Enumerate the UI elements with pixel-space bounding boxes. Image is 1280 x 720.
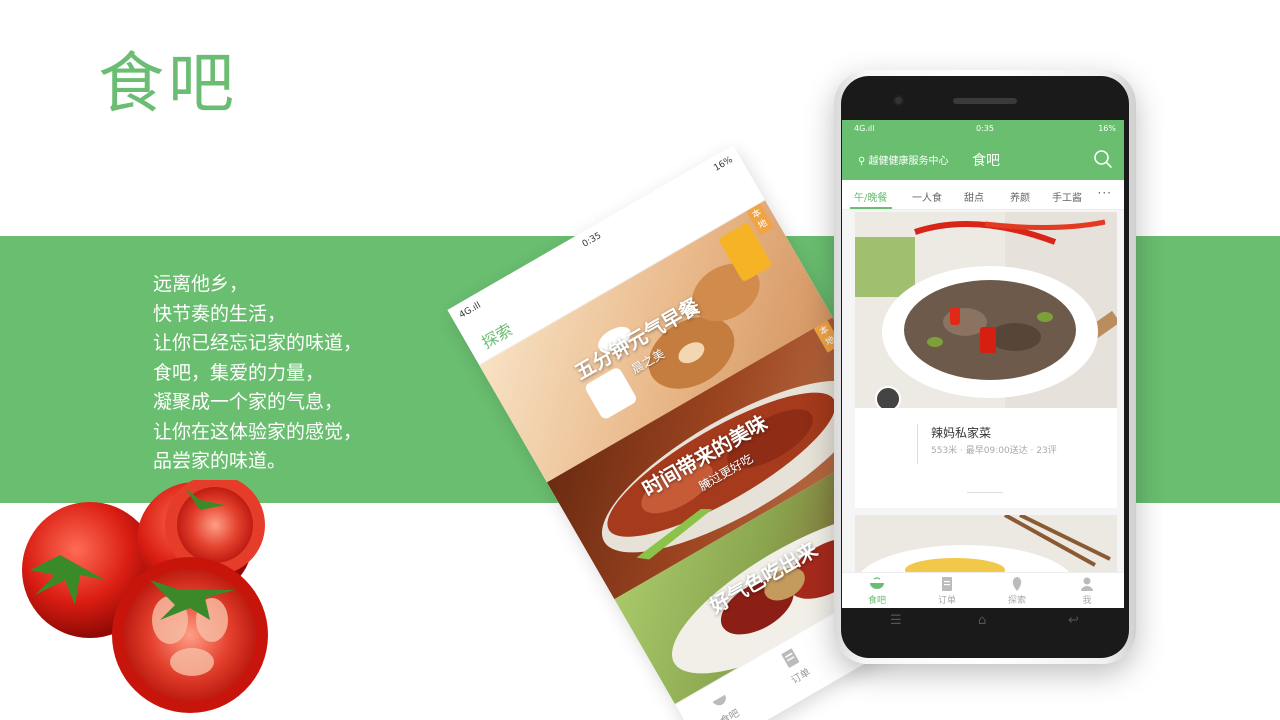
slogan-line: 凝聚成一个家的气息， <box>153 391 344 413</box>
location-label: 越健健康服务中心 <box>868 156 949 167</box>
phone-screen: 4G.ıll 0:35 16% ⚲ 越健健康服务中心 食吧 午/晚餐 一人食 甜… <box>842 120 1124 608</box>
bowl-icon <box>870 577 884 589</box>
tab-dessert[interactable]: 甜点 <box>964 189 984 204</box>
nav-item-orders[interactable]: 订单 <box>912 576 982 606</box>
clock: 0:35 <box>976 124 994 133</box>
app-bar: ⚲ 越健健康服务中心 食吧 <box>842 138 1124 180</box>
dish-image[interactable] <box>855 515 1117 575</box>
user-icon <box>1081 577 1093 591</box>
nav-label: 食吧 <box>867 596 886 606</box>
tab-beauty[interactable]: 养颜 <box>1010 189 1030 204</box>
category-tabs: 午/晚餐 一人食 甜点 养颜 手工酱 ··· <box>842 180 1124 210</box>
nav-label: 我 <box>1082 596 1092 606</box>
slogan-line: 远离他乡， <box>153 273 249 295</box>
nav-item-me[interactable]: 我 <box>1052 576 1122 606</box>
restaurant-name: 辣妈私家菜 <box>931 426 992 440</box>
battery-indicator: 16% <box>1098 124 1116 133</box>
tab-lunch-dinner[interactable]: 午/晚餐 <box>854 189 887 204</box>
dish-image[interactable] <box>855 212 1117 408</box>
location-selector[interactable]: ⚲ 越健健康服务中心 <box>858 152 949 167</box>
restaurant-card[interactable]: 辣妈私家菜 553米 · 最早09:00送达 · 23评 <box>855 408 1117 508</box>
order-icon <box>781 648 800 668</box>
location-pin-icon: ⚲ <box>858 156 866 167</box>
clock: 0:35 <box>580 230 604 250</box>
divider <box>917 424 918 464</box>
slogan-line: 快节奏的生活， <box>153 302 287 325</box>
earpiece <box>953 98 1017 104</box>
slogan-text: 远离他乡， 快节奏的生活， 让你已经忘记家的味道， 食吧，集爱的力量， 凝聚成一… <box>153 270 362 477</box>
bowl-icon <box>712 694 726 706</box>
home-key-icon[interactable]: ⌂ <box>978 613 986 628</box>
nav-item-home[interactable]: 食吧 <box>842 576 912 606</box>
bottom-nav: 食吧 订单 探索 我 <box>842 572 1124 608</box>
order-icon <box>942 577 952 591</box>
more-icon[interactable]: ··· <box>1098 186 1112 200</box>
app-title: 食吧 <box>972 153 1000 169</box>
battery-indicator: 16% <box>712 155 735 174</box>
nav-item-explore[interactable]: 探索 <box>982 576 1052 606</box>
explore-icon <box>1012 577 1022 591</box>
hardware-keys: ☰ ⌂ ↩ <box>842 608 1124 634</box>
nav-label: 探索 <box>1007 596 1026 606</box>
camera-icon <box>893 95 904 106</box>
slogan-line: 让你在这体验家的感觉， <box>153 420 363 443</box>
divider <box>967 492 1003 493</box>
slogan-line: 让你已经忘记家的味道， <box>153 332 363 354</box>
nav-label: 订单 <box>789 666 813 687</box>
brand-title: 食吧 <box>98 45 238 122</box>
active-tab-indicator <box>850 207 892 209</box>
tomato-illustration <box>22 480 268 713</box>
menu-key-icon[interactable]: ☰ <box>890 613 902 628</box>
nav-label: 食吧 <box>718 707 742 720</box>
tab-sauce[interactable]: 手工酱 <box>1052 189 1082 204</box>
restaurant-meta: 553米 · 最早09:00送达 · 23评 <box>931 446 1057 456</box>
slogan-line: 品尝家的味道。 <box>153 450 287 472</box>
signal-indicator: 4G.ıll <box>457 300 483 321</box>
back-key-icon[interactable]: ↩ <box>1068 613 1079 628</box>
search-icon[interactable] <box>1092 148 1114 170</box>
signal-indicator: 4G.ıll <box>854 124 875 133</box>
nav-label: 订单 <box>937 596 956 606</box>
status-bar: 4G.ıll 0:35 16% <box>842 120 1124 138</box>
tab-solo-meal[interactable]: 一人食 <box>912 189 942 204</box>
slogan-line: 食吧，集爱的力量， <box>153 361 325 384</box>
